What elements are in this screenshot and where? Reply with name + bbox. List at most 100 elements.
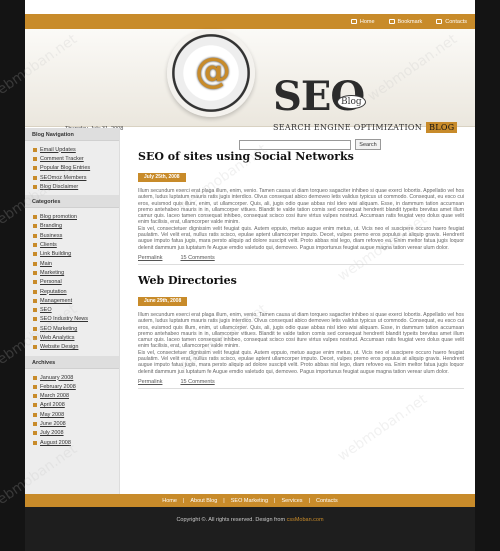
category-label: Branding [40, 223, 63, 230]
topnav-contacts-link[interactable]: Contacts [436, 19, 467, 25]
bullet-icon [33, 261, 37, 266]
topnav-contacts-label: Contacts [445, 18, 467, 25]
archive-item[interactable]: May 2008 [33, 410, 119, 419]
bullet-icon [33, 308, 37, 313]
archives-list: January 2008 February 2008 March 2008 Ap… [25, 369, 119, 451]
blog-post: Web Directories June 29th, 2008 Illum se… [138, 274, 464, 389]
archive-item[interactable]: January 2008 [33, 373, 119, 382]
sidebar: Blog Navigation Email Updates Comment Tr… [25, 128, 120, 494]
search-button[interactable]: Search [355, 139, 381, 150]
bullet-icon [33, 384, 37, 389]
archive-item[interactable]: July 2008 [33, 429, 119, 438]
post-paragraph: Illum secundum exerci erat plaga illum, … [138, 311, 464, 350]
archives-heading: Archives [25, 355, 119, 369]
post-paragraph: Illum secundum exerci erat plaga illum, … [138, 188, 464, 226]
archive-item[interactable]: March 2008 [33, 392, 119, 401]
category-item[interactable]: Main [33, 259, 119, 268]
archive-item[interactable]: June 2008 [33, 419, 119, 428]
bullet-icon [33, 280, 37, 285]
category-label: Main [40, 260, 52, 267]
separator: | [308, 497, 310, 504]
category-label: Business [40, 232, 63, 239]
category-item[interactable]: Business [33, 231, 119, 240]
post-links: Permalink 15 Comments [138, 379, 464, 389]
category-item[interactable]: Link Building [33, 250, 119, 259]
footer-link-services[interactable]: Services [281, 498, 302, 504]
footer-link-about[interactable]: About Blog [190, 498, 217, 504]
nav-item-label: SEOmoz Members [40, 174, 87, 181]
header: @ SEO Blog SEARCH ENGINE OPTIMIZATION BL… [25, 29, 475, 150]
archive-item[interactable]: August 2008 [33, 438, 119, 447]
bullet-icon [33, 431, 37, 436]
bullet-icon [33, 345, 37, 350]
copyright-text: Copyright ©. All rights reserved. Design… [25, 517, 475, 523]
footer-link-seo-marketing[interactable]: SEO Marketing [231, 498, 268, 504]
category-label: Personal [40, 279, 62, 286]
category-item[interactable]: Personal [33, 278, 119, 287]
category-label: Link Building [40, 251, 72, 258]
archive-item[interactable]: February 2008 [33, 382, 119, 391]
contacts-icon [436, 19, 443, 24]
archive-item[interactable]: April 2008 [33, 401, 119, 410]
blog-post: SEO of sites using Social Networks July … [138, 150, 464, 265]
category-item[interactable]: Web Analytics [33, 333, 119, 342]
footer-link-home[interactable]: Home [162, 498, 177, 504]
bullet-icon [33, 224, 37, 229]
bullet-icon [33, 156, 37, 161]
category-item[interactable]: Website Design [33, 343, 119, 352]
nav-item-label: Comment Tracker [40, 155, 84, 162]
bullet-icon [33, 270, 37, 275]
separator: | [274, 497, 276, 504]
at-sign-logo-icon: @ [195, 50, 231, 92]
subtitle-text: SEARCH ENGINE OPTIMIZATION [273, 123, 423, 132]
category-item[interactable]: Marketing [33, 268, 119, 277]
archive-label: June 2008 [40, 421, 66, 428]
post-title[interactable]: Web Directories [138, 274, 464, 289]
bullet-icon [33, 175, 37, 180]
category-label: Website Design [40, 344, 79, 351]
bullet-icon [33, 375, 37, 380]
post-paragraph: Eis vel, consectetuer dignissim velit fe… [138, 225, 464, 251]
site-subtitle: SEARCH ENGINE OPTIMIZATION BLOG [273, 122, 458, 133]
topnav-bookmark-link[interactable]: Bookmark [388, 18, 423, 25]
post-title[interactable]: SEO of sites using Social Networks [138, 150, 464, 165]
designer-link[interactable]: cssMoban.com [287, 517, 324, 523]
category-item[interactable]: Branding [33, 222, 119, 231]
sidebar-nav-item[interactable]: SEOmoz Members [33, 173, 119, 182]
category-label: Management [40, 297, 73, 304]
search-input[interactable] [239, 140, 351, 150]
category-item[interactable]: SEO [33, 305, 119, 314]
permalink-link[interactable]: Permalink [138, 379, 162, 385]
archive-label: August 2008 [40, 439, 71, 446]
footer-nav: Home | About Blog | SEO Marketing | Service… [25, 494, 475, 507]
categories-list: Blog promotion Branding Business Clients… [25, 208, 119, 355]
subtitle-blog-tag: BLOG [426, 122, 458, 133]
separator: | [223, 497, 225, 504]
comments-link[interactable]: 15 Comments [180, 379, 214, 385]
archive-label: March 2008 [40, 393, 70, 400]
footer: Copyright ©. All rights reserved. Design… [25, 507, 475, 551]
topnav-home-link[interactable]: Home [350, 19, 375, 25]
bullet-icon [33, 184, 37, 189]
categories-heading: Categories [25, 195, 119, 209]
category-item[interactable]: Blog promotion [33, 212, 119, 221]
copyright-label: Copyright ©. All rights reserved. Design… [176, 517, 286, 523]
category-item[interactable]: Reputation [33, 287, 119, 296]
sidebar-nav-item[interactable]: Comment Tracker [33, 154, 119, 163]
category-item[interactable]: Management [33, 296, 119, 305]
nav-list: Email Updates Comment Tracker Popular Bl… [25, 141, 119, 195]
comments-link[interactable]: 15 Comments [180, 255, 214, 261]
permalink-link[interactable]: Permalink [138, 255, 162, 261]
category-item[interactable]: Clients [33, 240, 119, 249]
sidebar-nav-item[interactable]: Popular Blog Entries [33, 164, 119, 173]
bookmark-icon [388, 19, 395, 24]
bullet-icon [33, 335, 37, 340]
category-item[interactable]: SEO Marketing [33, 324, 119, 333]
topnav-bookmark-label: Bookmark [397, 18, 423, 25]
sidebar-nav-item[interactable]: Email Updates [33, 145, 119, 154]
bullet-icon [33, 147, 37, 152]
footer-link-contacts[interactable]: Contacts [316, 498, 338, 504]
sidebar-nav-item[interactable]: Blog Disclaimer [33, 182, 119, 191]
category-item[interactable]: SEO Industry News [33, 315, 119, 324]
bullet-icon [33, 403, 37, 408]
